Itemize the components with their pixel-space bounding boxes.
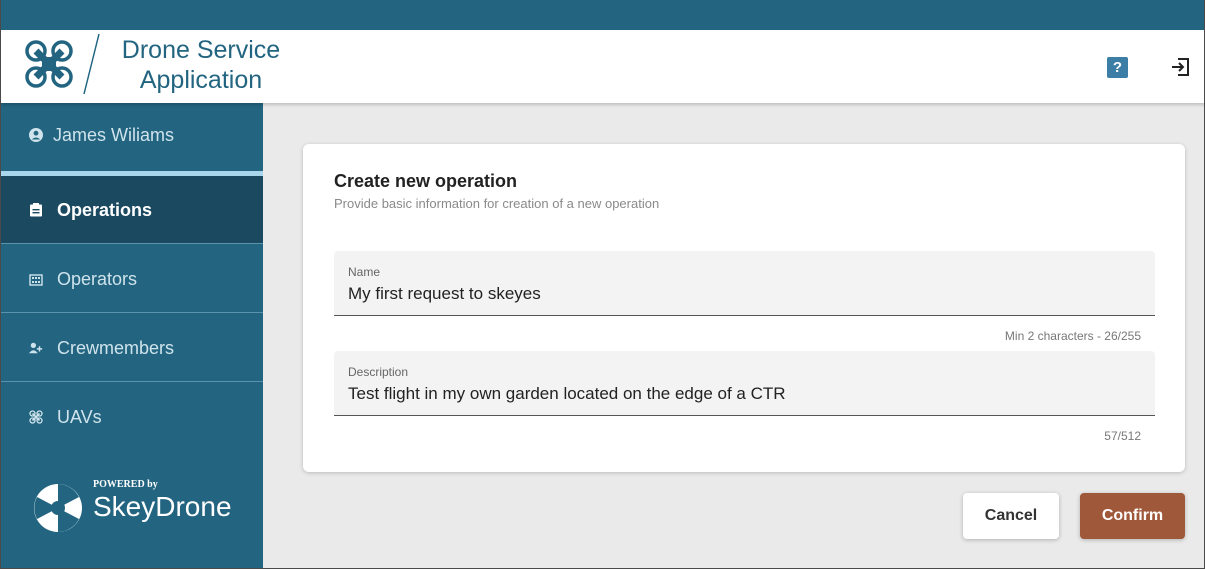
card-subtitle: Provide basic information for creation o… xyxy=(334,196,660,211)
sidebar-item-uavs[interactable]: UAVs xyxy=(1,383,263,451)
app-title-line2: Application xyxy=(139,66,263,94)
app-window: Drone Service Application ? James Wiliam… xyxy=(0,0,1205,569)
create-operation-card: Create new operation Provide basic infor… xyxy=(303,144,1185,472)
sidebar-item-label: Operators xyxy=(57,269,138,289)
logo-divider xyxy=(83,33,100,95)
skeydrone-logo-icon xyxy=(34,484,82,532)
cancel-button[interactable]: Cancel xyxy=(963,493,1059,539)
sidebar-item-label: Operations xyxy=(57,200,153,220)
powered-by-logo: POWERED by SkeyDrone xyxy=(31,473,251,543)
sidebar-item-label: Crewmembers xyxy=(57,338,175,358)
sidebar: James Wiliams Operations Operators Crewm… xyxy=(1,103,263,568)
main-content: Create new operation Provide basic infor… xyxy=(263,103,1204,568)
name-field-label: Name xyxy=(348,265,381,279)
building-icon xyxy=(29,274,43,286)
user-circle-icon xyxy=(29,128,43,142)
name-field-value[interactable]: My first request to skeyes xyxy=(348,284,541,304)
app-header: Drone Service Application ? xyxy=(1,30,1204,103)
clipboard-icon xyxy=(30,203,42,217)
description-field-value[interactable]: Test flight in my own garden located on … xyxy=(348,384,786,404)
name-hint: Min 2 characters - 26/255 xyxy=(1004,329,1141,343)
drone-icon xyxy=(29,410,43,424)
powered-by-label: POWERED by xyxy=(93,479,158,490)
description-field-label: Description xyxy=(348,365,409,379)
sidebar-item-operators[interactable]: Operators xyxy=(1,245,263,313)
app-title-line1: Drone Service xyxy=(121,36,281,64)
confirm-button[interactable]: Confirm xyxy=(1080,493,1185,539)
name-field[interactable]: Name My first request to skeyes xyxy=(334,251,1155,316)
sidebar-user-name: James Wiliams xyxy=(53,125,175,145)
sidebar-user[interactable]: James Wiliams xyxy=(1,103,263,171)
sidebar-item-label: UAVs xyxy=(57,407,102,427)
description-field[interactable]: Description Test flight in my own garden… xyxy=(334,351,1155,416)
card-title: Create new operation xyxy=(334,171,518,191)
top-bar xyxy=(1,0,1204,30)
app-title: Drone Service Application xyxy=(101,35,301,95)
user-plus-icon xyxy=(29,342,43,354)
logout-icon[interactable] xyxy=(1169,55,1193,79)
sidebar-item-crewmembers[interactable]: Crewmembers xyxy=(1,314,263,382)
help-button[interactable]: ? xyxy=(1107,57,1128,78)
description-hint: 57/512 xyxy=(1104,429,1141,443)
brand-name: SkeyDrone xyxy=(93,491,232,522)
drone-logo-icon[interactable] xyxy=(23,38,75,90)
sidebar-item-operations[interactable]: Operations xyxy=(1,176,263,244)
